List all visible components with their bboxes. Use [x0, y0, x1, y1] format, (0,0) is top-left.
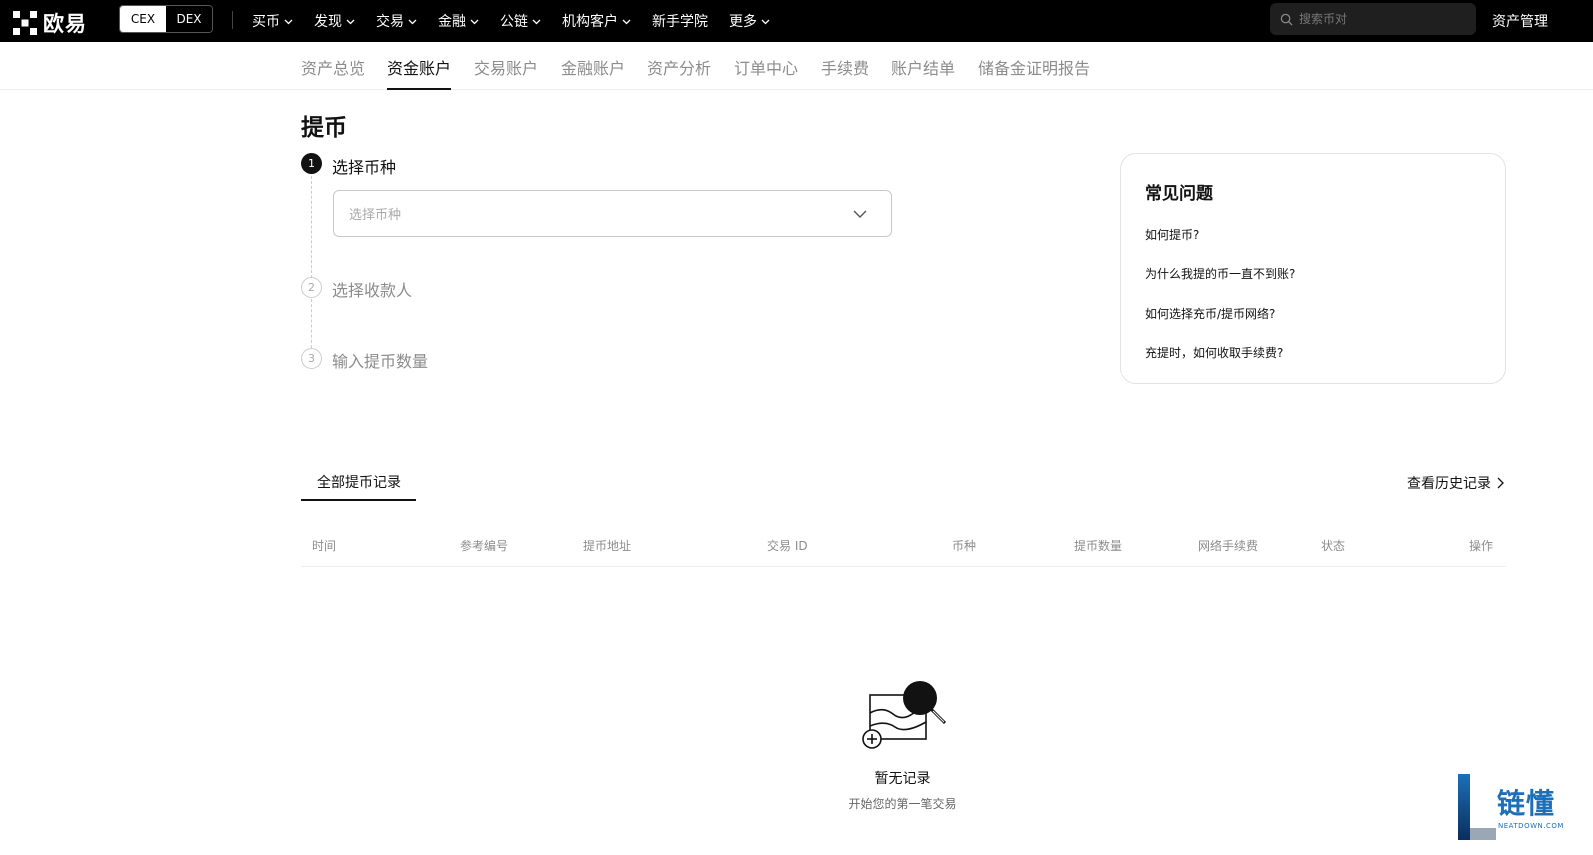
step-connector-line: [311, 176, 312, 278]
search-box[interactable]: [1270, 3, 1476, 35]
faq-item[interactable]: 为什么我提的币一直不到账?: [1145, 265, 1295, 282]
step-2-number: 2: [301, 277, 322, 298]
nav-item-label: 买币: [252, 14, 280, 30]
chevron-down-icon: [470, 19, 479, 24]
nav-item-label: 公链: [500, 14, 528, 30]
column-header-reference: 参考编号: [460, 539, 509, 553]
column-header-network-fee: 网络手续费: [1198, 539, 1259, 553]
step-1-number: 1: [301, 153, 322, 174]
step-connector-line: [311, 299, 312, 348]
column-header-action: 操作: [1469, 539, 1494, 553]
chevron-down-icon: [284, 19, 293, 24]
column-header-time: 时间: [312, 539, 337, 553]
column-header-status: 状态: [1321, 539, 1346, 553]
subnav-tab[interactable]: 账户结单: [891, 55, 955, 90]
nav-item[interactable]: 新手学院: [652, 11, 708, 31]
view-history-link[interactable]: 查看历史记录: [1407, 473, 1504, 493]
subnav-tab[interactable]: 金融账户: [561, 55, 625, 90]
nav-item[interactable]: 金融: [438, 11, 479, 31]
step-1-label: 选择币种: [332, 158, 397, 177]
nav-item-label: 金融: [438, 14, 466, 30]
nav-item[interactable]: 更多: [729, 11, 770, 31]
table-header-divider: [301, 566, 1506, 567]
nav-item-label: 新手学院: [652, 14, 708, 30]
chevron-down-icon: [532, 19, 541, 24]
nav-item[interactable]: 买币: [252, 11, 293, 31]
chevron-right-icon: [1497, 477, 1504, 489]
watermark-text: 链懂: [1497, 787, 1556, 820]
column-header-txid: 交易 ID: [767, 539, 808, 553]
top-bar: 欧易 CEX DEX 买币 发现 交易 金融 公链 机构客户 新手学院 更多 资产管理: [0, 0, 1593, 42]
chevron-down-icon: [346, 19, 355, 24]
nav-item-label: 发现: [314, 14, 342, 30]
empty-state-subtitle: 开始您的第一笔交易: [848, 797, 957, 811]
subnav-tab[interactable]: 资产总览: [301, 55, 365, 90]
chevron-down-icon: [622, 19, 631, 24]
search-input[interactable]: [1299, 12, 1459, 26]
faq-item[interactable]: 充提时，如何收取手续费?: [1145, 344, 1283, 361]
subnav-tab[interactable]: 资产分析: [647, 55, 711, 90]
nav-item[interactable]: 公链: [500, 11, 541, 31]
subnav-tab[interactable]: 储备金证明报告: [978, 55, 1090, 90]
faq-card: 常见问题 如何提币? 为什么我提的币一直不到账? 如何选择充币/提币网络? 充提…: [1120, 153, 1506, 384]
brand-name: 欧易: [43, 12, 87, 36]
faq-item[interactable]: 如何选择充币/提币网络?: [1145, 305, 1275, 322]
subnav-tab[interactable]: 交易账户: [474, 55, 538, 90]
search-icon: [1280, 13, 1293, 26]
chevron-down-icon: [853, 210, 867, 218]
cex-toggle-button[interactable]: CEX: [120, 6, 166, 32]
dex-toggle-button[interactable]: DEX: [166, 6, 212, 32]
step-2-label: 选择收款人: [332, 281, 413, 300]
page-title: 提币: [301, 115, 347, 141]
nav-item[interactable]: 机构客户: [562, 11, 631, 31]
history-link-label: 查看历史记录: [1407, 476, 1491, 492]
empty-records-icon: [862, 681, 947, 749]
coin-select-dropdown[interactable]: 选择币种: [333, 190, 892, 237]
brand-logo[interactable]: 欧易: [13, 8, 87, 38]
coin-select-placeholder: 选择币种: [349, 208, 402, 223]
watermark-subtext: NEATDOWN.COM: [1498, 822, 1564, 830]
subnav-tab[interactable]: 资金账户: [387, 55, 452, 90]
step-3-label: 输入提币数量: [332, 352, 429, 371]
subnav-tab[interactable]: 手续费: [821, 55, 869, 90]
step-3-number: 3: [301, 348, 322, 369]
column-header-coin: 币种: [952, 539, 977, 553]
chevron-down-icon: [408, 19, 417, 24]
faq-item[interactable]: 如何提币?: [1145, 226, 1199, 243]
faq-title: 常见问题: [1145, 184, 1213, 204]
column-header-amount: 提币数量: [1074, 539, 1123, 553]
nav-item[interactable]: 发现: [314, 11, 355, 31]
nav-item-label: 交易: [376, 14, 404, 30]
nav-item-label: 机构客户: [562, 14, 618, 30]
asset-management-link[interactable]: 资产管理: [1492, 11, 1548, 31]
nav-item-label: 更多: [729, 14, 757, 30]
account-subnav: 资产总览 资金账户 交易账户 金融账户 资产分析 订单中心 手续费 账户结单 储备金证明报告: [0, 42, 1593, 90]
empty-state-title: 暂无记录: [874, 771, 931, 787]
tab-all-withdrawal-records[interactable]: 全部提币记录: [301, 462, 416, 501]
nav-item[interactable]: 交易: [376, 11, 417, 31]
nav-divider: [232, 11, 233, 29]
okx-logo-icon: [13, 11, 37, 35]
subnav-tab[interactable]: 订单中心: [734, 55, 798, 90]
column-header-address: 提币地址: [583, 539, 632, 553]
tab-label: 全部提币记录: [317, 475, 401, 491]
cex-dex-toggle: CEX DEX: [119, 5, 213, 33]
main-nav: 买币 发现 交易 金融 公链 机构客户 新手学院 更多: [252, 0, 791, 42]
chevron-down-icon: [761, 19, 770, 24]
